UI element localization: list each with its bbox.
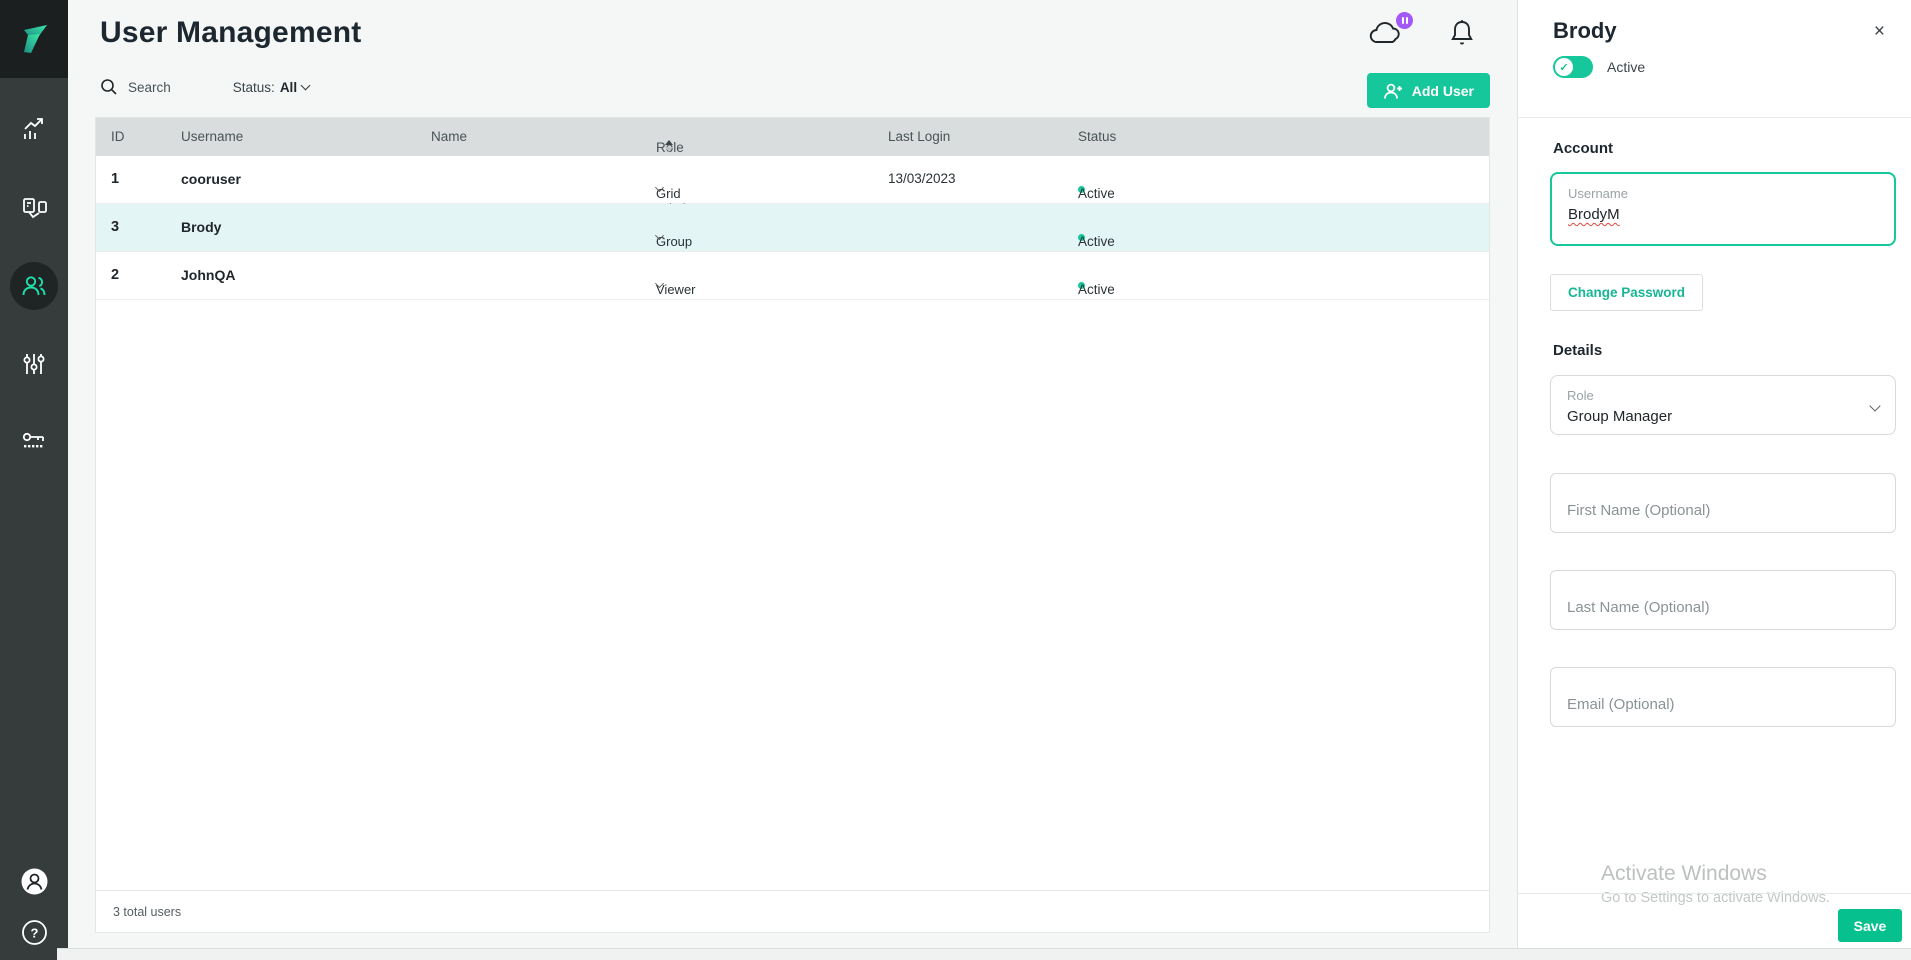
cloud-paused-badge bbox=[1396, 12, 1413, 29]
save-button[interactable]: Save bbox=[1838, 909, 1902, 942]
main-content: User Management Search bbox=[68, 0, 1517, 960]
sidebar-item-settings[interactable] bbox=[10, 340, 58, 388]
cloud-status-button[interactable] bbox=[1367, 19, 1405, 47]
status-filter-dropdown[interactable]: Status: All bbox=[233, 80, 309, 95]
search-icon bbox=[100, 78, 118, 96]
status-label: Active bbox=[1078, 282, 1115, 297]
username-field-label: Username bbox=[1568, 186, 1878, 201]
help-icon: ? bbox=[21, 919, 48, 946]
sidebar-bottom: ? bbox=[0, 868, 68, 946]
sidebar: ? bbox=[0, 0, 68, 960]
sidebar-nav bbox=[0, 106, 68, 466]
cell-id: 2 bbox=[111, 267, 119, 283]
account-heading: Account bbox=[1553, 140, 1613, 157]
search-placeholder: Search bbox=[128, 80, 171, 95]
bell-icon bbox=[1449, 18, 1475, 48]
role-select-label: Role bbox=[1567, 388, 1879, 403]
filter-row: Search Status: All bbox=[100, 78, 309, 96]
page-title: User Management bbox=[100, 16, 361, 50]
change-password-button[interactable]: Change Password bbox=[1550, 274, 1703, 311]
role-select-value: Group Manager bbox=[1567, 408, 1879, 425]
help-button[interactable]: ? bbox=[21, 919, 48, 946]
column-header-name[interactable]: Name bbox=[431, 129, 467, 144]
panel-divider bbox=[1518, 117, 1911, 118]
active-toggle-label: Active bbox=[1607, 59, 1645, 75]
table-row[interactable]: 1 cooruser Grid Admin 13/03/2023 Active bbox=[96, 156, 1489, 204]
brand-logo-icon bbox=[14, 19, 54, 59]
key-icon bbox=[20, 428, 48, 456]
sidebar-item-analytics[interactable] bbox=[10, 106, 58, 154]
sidebar-item-devices[interactable] bbox=[10, 184, 58, 232]
status-label: Active bbox=[1078, 234, 1115, 249]
table-footer: 3 total users bbox=[96, 890, 1489, 932]
table-row[interactable]: 2 JohnQA Viewer Active bbox=[96, 252, 1489, 300]
status-filter-label: Status: bbox=[233, 80, 275, 95]
analytics-icon bbox=[20, 116, 48, 144]
chevron-down-icon bbox=[301, 81, 311, 91]
notifications-button[interactable] bbox=[1449, 18, 1475, 48]
status-label: Active bbox=[1078, 186, 1115, 201]
username-field[interactable]: Username BrodyM bbox=[1550, 172, 1896, 246]
users-table: ID Username Name Role Last Login Status … bbox=[95, 117, 1490, 933]
table-header-row: ID Username Name Role Last Login Status bbox=[96, 118, 1489, 156]
status-filter-value: All bbox=[280, 80, 297, 95]
users-icon bbox=[19, 271, 49, 301]
active-toggle[interactable]: ✓ bbox=[1553, 56, 1593, 78]
search-input[interactable]: Search bbox=[100, 78, 171, 96]
username-field-value[interactable]: BrodyM bbox=[1568, 206, 1620, 223]
column-header-username[interactable]: Username bbox=[181, 129, 243, 144]
column-header-last-login[interactable]: Last Login bbox=[888, 129, 950, 144]
cell-username: JohnQA bbox=[181, 267, 235, 283]
toggle-check-icon: ✓ bbox=[1555, 58, 1573, 76]
sidebar-item-users[interactable] bbox=[10, 262, 58, 310]
add-user-label: Add User bbox=[1412, 83, 1474, 99]
avatar-icon bbox=[21, 868, 48, 895]
devices-icon bbox=[19, 193, 49, 223]
table-row-selected[interactable]: 3 Brody Group Manager Active bbox=[96, 204, 1489, 252]
user-detail-panel: Brody × ✓ Active Account Username BrodyM… bbox=[1517, 0, 1911, 960]
role-select[interactable]: Role Group Manager bbox=[1550, 375, 1896, 435]
cell-id: 1 bbox=[111, 171, 119, 187]
sidebar-item-access-keys[interactable] bbox=[10, 418, 58, 466]
horizontal-scrollbar[interactable] bbox=[57, 948, 1911, 960]
total-users-count: 3 total users bbox=[113, 905, 181, 919]
column-header-status[interactable]: Status bbox=[1078, 129, 1116, 144]
cell-username: Brody bbox=[181, 219, 221, 235]
brand-logo[interactable] bbox=[0, 0, 68, 78]
user-avatar[interactable] bbox=[21, 868, 48, 895]
table-empty-space bbox=[96, 300, 1489, 890]
first-name-field[interactable] bbox=[1550, 473, 1896, 533]
active-toggle-row: ✓ Active bbox=[1553, 56, 1645, 78]
sliders-icon bbox=[20, 350, 48, 378]
add-user-button[interactable]: Add User bbox=[1367, 73, 1490, 108]
app-root: ? User Management bbox=[0, 0, 1911, 960]
topbar-icons bbox=[1367, 18, 1475, 48]
add-user-icon bbox=[1383, 82, 1404, 100]
panel-footer-divider bbox=[1518, 893, 1911, 894]
activate-windows-watermark: Activate Windows bbox=[1601, 862, 1767, 886]
cell-id: 3 bbox=[111, 219, 119, 235]
panel-title: Brody bbox=[1553, 18, 1617, 44]
column-header-id[interactable]: ID bbox=[111, 129, 125, 144]
cell-last-login: 13/03/2023 bbox=[888, 171, 956, 186]
email-field[interactable] bbox=[1550, 667, 1896, 727]
details-heading: Details bbox=[1553, 342, 1602, 359]
svg-text:?: ? bbox=[30, 926, 38, 941]
cell-username: cooruser bbox=[181, 171, 241, 187]
sort-icon[interactable] bbox=[665, 140, 673, 152]
close-icon[interactable]: × bbox=[1874, 22, 1885, 41]
last-name-field[interactable] bbox=[1550, 570, 1896, 630]
